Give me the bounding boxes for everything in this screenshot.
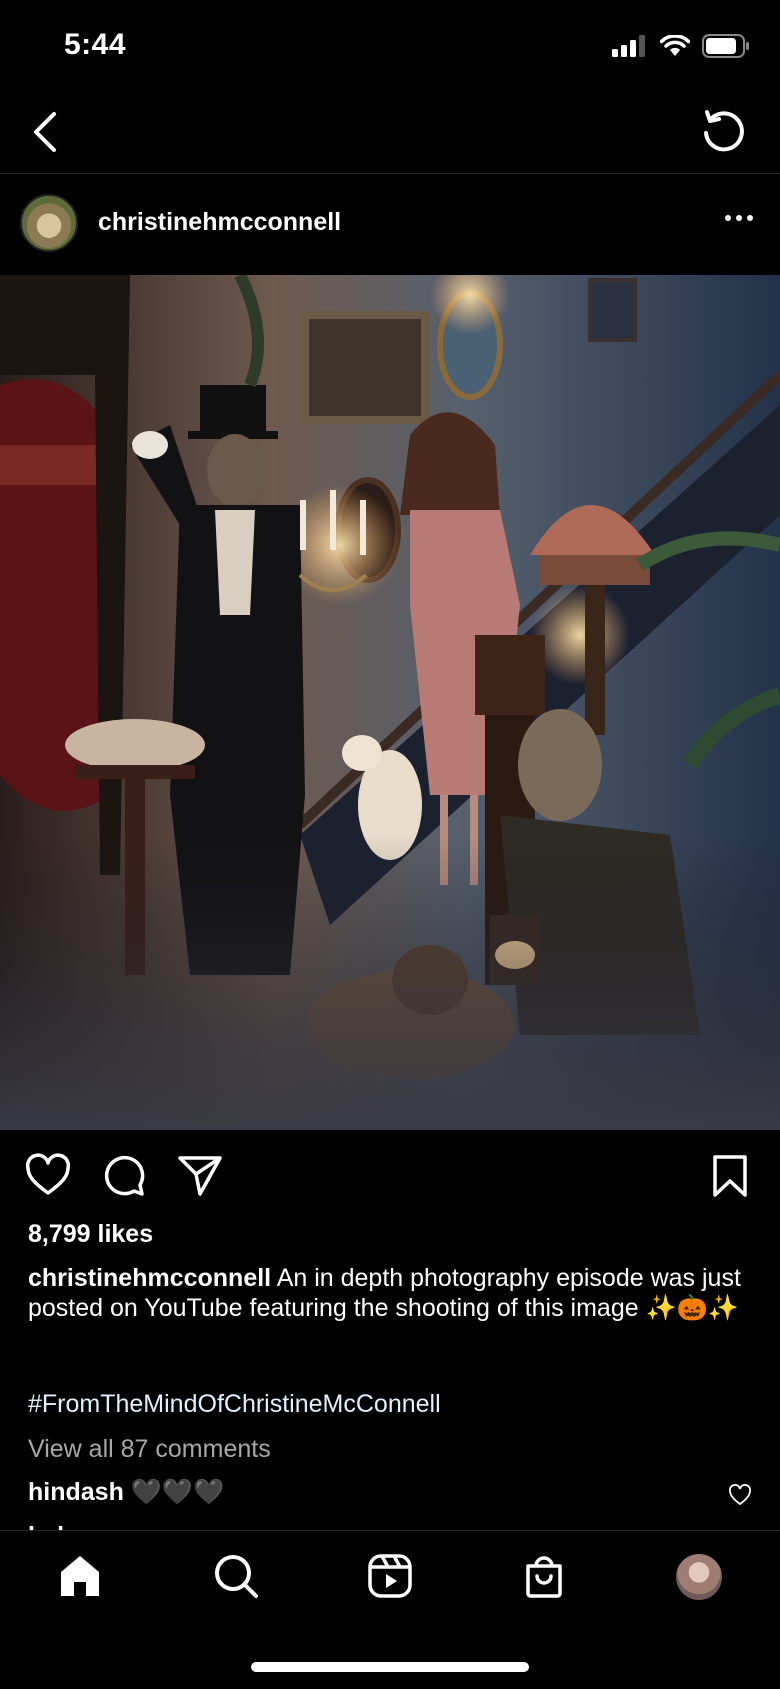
view-all-comments-link[interactable]: View all 87 comments xyxy=(28,1435,271,1464)
refresh-button[interactable] xyxy=(698,106,748,156)
like-button[interactable] xyxy=(24,1152,72,1200)
tab-shop[interactable] xyxy=(520,1552,568,1600)
status-time: 5:44 xyxy=(64,28,127,61)
hashtag-link[interactable]: #FromTheMindOfChristineMcConnell xyxy=(28,1390,441,1419)
more-horizontal-icon xyxy=(725,215,753,221)
comment-button[interactable] xyxy=(100,1152,148,1200)
comment-icon xyxy=(104,1155,145,1196)
victorian-haunted-scene-image xyxy=(0,275,780,1130)
header-divider xyxy=(0,173,780,174)
status-icons xyxy=(612,34,750,58)
signal-icon xyxy=(612,35,645,57)
share-button[interactable] xyxy=(176,1152,224,1200)
post-author-username[interactable]: christinehmcconnell xyxy=(98,208,341,237)
shop-icon xyxy=(526,1556,562,1598)
post-author-avatar[interactable] xyxy=(20,194,78,252)
reels-icon xyxy=(368,1554,412,1598)
back-button[interactable] xyxy=(28,104,68,160)
comment-item-partial: helena... xyxy=(28,1522,128,1530)
caption-username[interactable]: christinehmcconnell xyxy=(28,1264,271,1292)
more-options-button[interactable] xyxy=(724,206,754,230)
wifi-icon xyxy=(660,35,690,56)
comment-like-button[interactable] xyxy=(728,1484,752,1506)
bookmark-icon xyxy=(713,1155,747,1197)
comment-username[interactable]: hindash xyxy=(28,1478,124,1506)
home-indicator xyxy=(251,1662,529,1672)
likes-count[interactable]: 8,799 likes xyxy=(28,1220,153,1249)
post-photo[interactable] xyxy=(0,275,780,1130)
tab-profile[interactable] xyxy=(676,1554,722,1600)
chevron-left-icon xyxy=(34,112,56,152)
post-caption: christinehmcconnell An in depth photogra… xyxy=(28,1263,748,1323)
refresh-icon xyxy=(704,110,744,152)
comment-text: 🖤🖤🖤 xyxy=(123,1478,225,1506)
home-icon xyxy=(61,1556,99,1596)
heart-icon xyxy=(25,1153,71,1195)
tab-home[interactable] xyxy=(56,1552,104,1600)
comment-item: hindash 🖤🖤🖤 xyxy=(28,1478,224,1507)
tab-search[interactable] xyxy=(212,1552,260,1600)
search-icon xyxy=(215,1555,258,1598)
save-button[interactable] xyxy=(706,1152,754,1200)
heart-icon xyxy=(729,1484,751,1506)
battery-icon xyxy=(702,34,749,58)
tab-reels[interactable] xyxy=(366,1552,414,1600)
share-icon xyxy=(178,1156,222,1196)
